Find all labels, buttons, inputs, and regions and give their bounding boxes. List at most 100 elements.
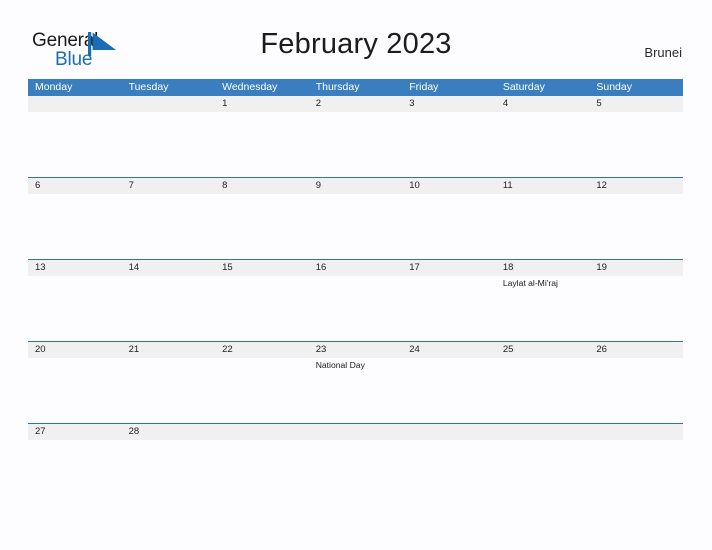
day-cell-10[interactable]: 10 [402, 178, 496, 259]
calendar-week-row: 6 7 8 9 10 11 12 [28, 177, 683, 259]
day-number: 10 [409, 180, 420, 191]
day-cell-23[interactable]: 23 National Day [309, 342, 403, 423]
day-cell-13[interactable]: 13 [28, 260, 122, 341]
day-number: 8 [222, 180, 228, 191]
day-events: National Day [309, 358, 403, 371]
day-number: 21 [128, 344, 140, 355]
day-number: 18 [502, 262, 514, 273]
day-cell-5[interactable]: 5 [589, 96, 683, 177]
day-number: 9 [315, 180, 321, 191]
day-number [589, 424, 683, 440]
day-cell-12[interactable]: 12 [589, 178, 683, 259]
day-cell-28[interactable]: 28 [122, 424, 216, 448]
weekday-header-thursday: Thursday [315, 81, 360, 93]
week-cells: 6 7 8 9 10 11 12 [28, 178, 683, 259]
day-cell-9[interactable]: 9 [309, 178, 403, 259]
day-cell-25[interactable]: 25 [496, 342, 590, 423]
day-number: 17 [409, 262, 420, 273]
day-cell-16[interactable]: 16 [309, 260, 403, 341]
weekday-header-friday: Friday [409, 81, 439, 93]
day-number [28, 96, 122, 112]
week-cells: 27 28 [28, 424, 683, 448]
day-number: 2 [315, 98, 321, 109]
calendar-week-row: 1 2 3 4 5 [28, 96, 683, 177]
holiday-event: Laylat al-Mi'raj [502, 278, 558, 288]
day-number: 12 [596, 180, 607, 191]
day-number: 26 [596, 344, 607, 355]
day-number: 16 [315, 262, 327, 273]
week-cells: 1 2 3 4 5 [28, 96, 683, 177]
day-number [402, 424, 496, 440]
day-cell-18[interactable]: 18 Laylat al-Mi'raj [496, 260, 590, 341]
day-cell-14[interactable]: 14 [122, 260, 216, 341]
day-number [122, 96, 216, 112]
day-cell-19[interactable]: 19 [589, 260, 683, 341]
day-cell-6[interactable]: 6 [28, 178, 122, 259]
day-cell-3[interactable]: 3 [402, 96, 496, 177]
day-cell-empty [496, 424, 590, 448]
day-cell-empty [309, 424, 403, 448]
weekday-header-wednesday: Wednesday [222, 81, 278, 93]
week-body: 1 2 3 4 5 [28, 96, 683, 177]
day-cell-empty [215, 424, 309, 448]
day-cell-15[interactable]: 15 [215, 260, 309, 341]
holiday-event: National Day [315, 360, 365, 370]
day-cell-2[interactable]: 2 [309, 96, 403, 177]
day-number: 23 [315, 344, 327, 355]
day-number: 22 [222, 344, 233, 355]
day-cell-11[interactable]: 11 [496, 178, 590, 259]
day-number: 1 [222, 98, 228, 109]
day-number: 28 [128, 426, 140, 437]
weekday-header-row: Monday Tuesday Wednesday Thursday Friday Satu… [28, 79, 683, 96]
day-number: 20 [35, 344, 46, 355]
day-cell-4[interactable]: 4 [496, 96, 590, 177]
day-cell-22[interactable]: 22 [215, 342, 309, 423]
day-number: 25 [502, 344, 514, 355]
week-body: 6 7 8 9 10 11 12 [28, 178, 683, 259]
day-cell-21[interactable]: 21 [122, 342, 216, 423]
day-number: 19 [596, 262, 607, 273]
day-cell-8[interactable]: 8 [215, 178, 309, 259]
week-cells: 20 21 22 23 National Day 24 25 26 [28, 342, 683, 423]
week-body: 20 21 22 23 National Day 24 25 26 [28, 342, 683, 423]
day-number: 3 [409, 98, 415, 109]
day-cell-17[interactable]: 17 [402, 260, 496, 341]
day-cell-empty [122, 96, 216, 177]
day-number: 15 [222, 262, 233, 273]
day-events: Laylat al-Mi'raj [496, 276, 590, 289]
day-cell-20[interactable]: 20 [28, 342, 122, 423]
day-number: 14 [128, 262, 140, 273]
day-number: 13 [35, 262, 46, 273]
weekday-header-monday: Monday [35, 81, 73, 93]
day-cell-empty [28, 96, 122, 177]
day-cell-7[interactable]: 7 [122, 178, 216, 259]
day-cell-empty [402, 424, 496, 448]
calendar-page: General Blue February 2023 Brunei Monday… [0, 0, 712, 550]
weekday-header-tuesday: Tuesday [128, 81, 169, 93]
calendar-weeks: 1 2 3 4 5 6 7 8 9 10 11 12 13 14 15 16 17 18 Laylat al-Mi'… [28, 96, 683, 448]
day-cell-empty [589, 424, 683, 448]
country-label: Brunei [644, 45, 682, 60]
calendar-week-row: 13 14 15 16 17 18 Laylat al-Mi'raj 19 [28, 259, 683, 341]
page-title: February 2023 [260, 28, 452, 60]
day-cell-1[interactable]: 1 [215, 96, 309, 177]
day-number: 27 [35, 426, 46, 437]
day-number: 4 [502, 98, 509, 109]
day-cell-27[interactable]: 27 [28, 424, 122, 448]
day-number: 11 [502, 180, 513, 191]
calendar-week-row: 20 21 22 23 National Day 24 25 26 [28, 341, 683, 423]
weekday-header-sunday: Sunday [596, 81, 632, 93]
day-number [496, 424, 590, 440]
week-body: 13 14 15 16 17 18 Laylat al-Mi'raj 19 [28, 260, 683, 341]
day-number [309, 424, 403, 440]
calendar-week-row: 27 28 [28, 423, 683, 448]
day-cell-24[interactable]: 24 [402, 342, 496, 423]
day-number: 6 [35, 180, 41, 191]
week-body: 27 28 [28, 424, 683, 448]
calendar-grid: Monday Tuesday Wednesday Thursday Friday Satu… [28, 79, 683, 448]
weekday-header-saturday: Saturday [502, 81, 545, 93]
day-number [215, 424, 309, 440]
day-number: 7 [128, 180, 134, 191]
day-number: 24 [409, 344, 420, 355]
day-cell-26[interactable]: 26 [589, 342, 683, 423]
